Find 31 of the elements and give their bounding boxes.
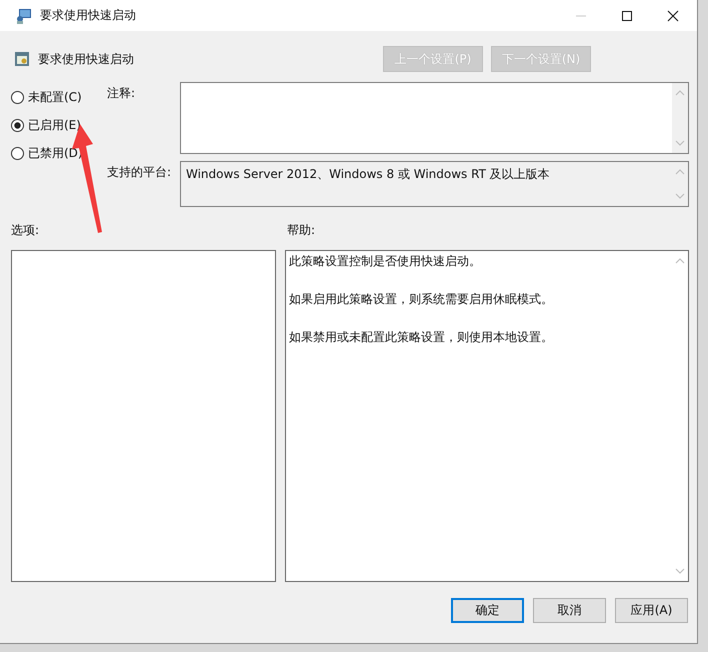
radio-label: 未配置(C) bbox=[28, 88, 82, 106]
scroll-up-icon[interactable] bbox=[675, 257, 685, 265]
scroll-up-icon[interactable] bbox=[675, 89, 685, 97]
radio-option[interactable]: 未配置(C) bbox=[11, 88, 107, 106]
close-icon[interactable] bbox=[667, 10, 679, 22]
options-label: 选项: bbox=[11, 222, 40, 239]
scroll-down-icon[interactable] bbox=[675, 567, 685, 575]
ok-button[interactable]: 确定 bbox=[451, 598, 524, 623]
cancel-button[interactable]: 取消 bbox=[533, 598, 606, 623]
comment-field[interactable] bbox=[180, 82, 689, 154]
help-text: 此策略设置控制是否使用快速启动。 bbox=[289, 253, 482, 270]
maximize-icon[interactable] bbox=[621, 10, 633, 22]
help-text: 如果启用此策略设置，则系统需要启用休眠模式。 bbox=[289, 291, 554, 308]
apply-button[interactable]: 应用(A) bbox=[615, 598, 688, 623]
policy-icon bbox=[14, 51, 30, 67]
radio-icon[interactable] bbox=[11, 118, 24, 132]
platform-label: 支持的平台: bbox=[107, 164, 172, 181]
radio-option[interactable]: 已启用(E) bbox=[11, 116, 107, 134]
help-label: 帮助: bbox=[287, 222, 316, 239]
comment-label: 注释: bbox=[107, 85, 136, 102]
scroll-down-icon[interactable] bbox=[675, 192, 685, 200]
radio-icon[interactable] bbox=[11, 90, 24, 104]
help-text: 如果禁用或未配置此策略设置，则使用本地设置。 bbox=[289, 329, 554, 346]
computer-icon bbox=[16, 8, 32, 24]
radio-icon[interactable] bbox=[11, 146, 24, 160]
scroll-down-icon[interactable] bbox=[675, 139, 685, 147]
scroll-up-icon[interactable] bbox=[675, 168, 685, 176]
window-title: 要求使用快速启动 bbox=[40, 7, 136, 24]
platform-text: Windows Server 2012、Windows 8 或 Windows RT 及以上版本 bbox=[185, 166, 551, 183]
policy-title: 要求使用快速启动 bbox=[38, 50, 134, 68]
radio-label: 已启用(E) bbox=[28, 116, 81, 134]
